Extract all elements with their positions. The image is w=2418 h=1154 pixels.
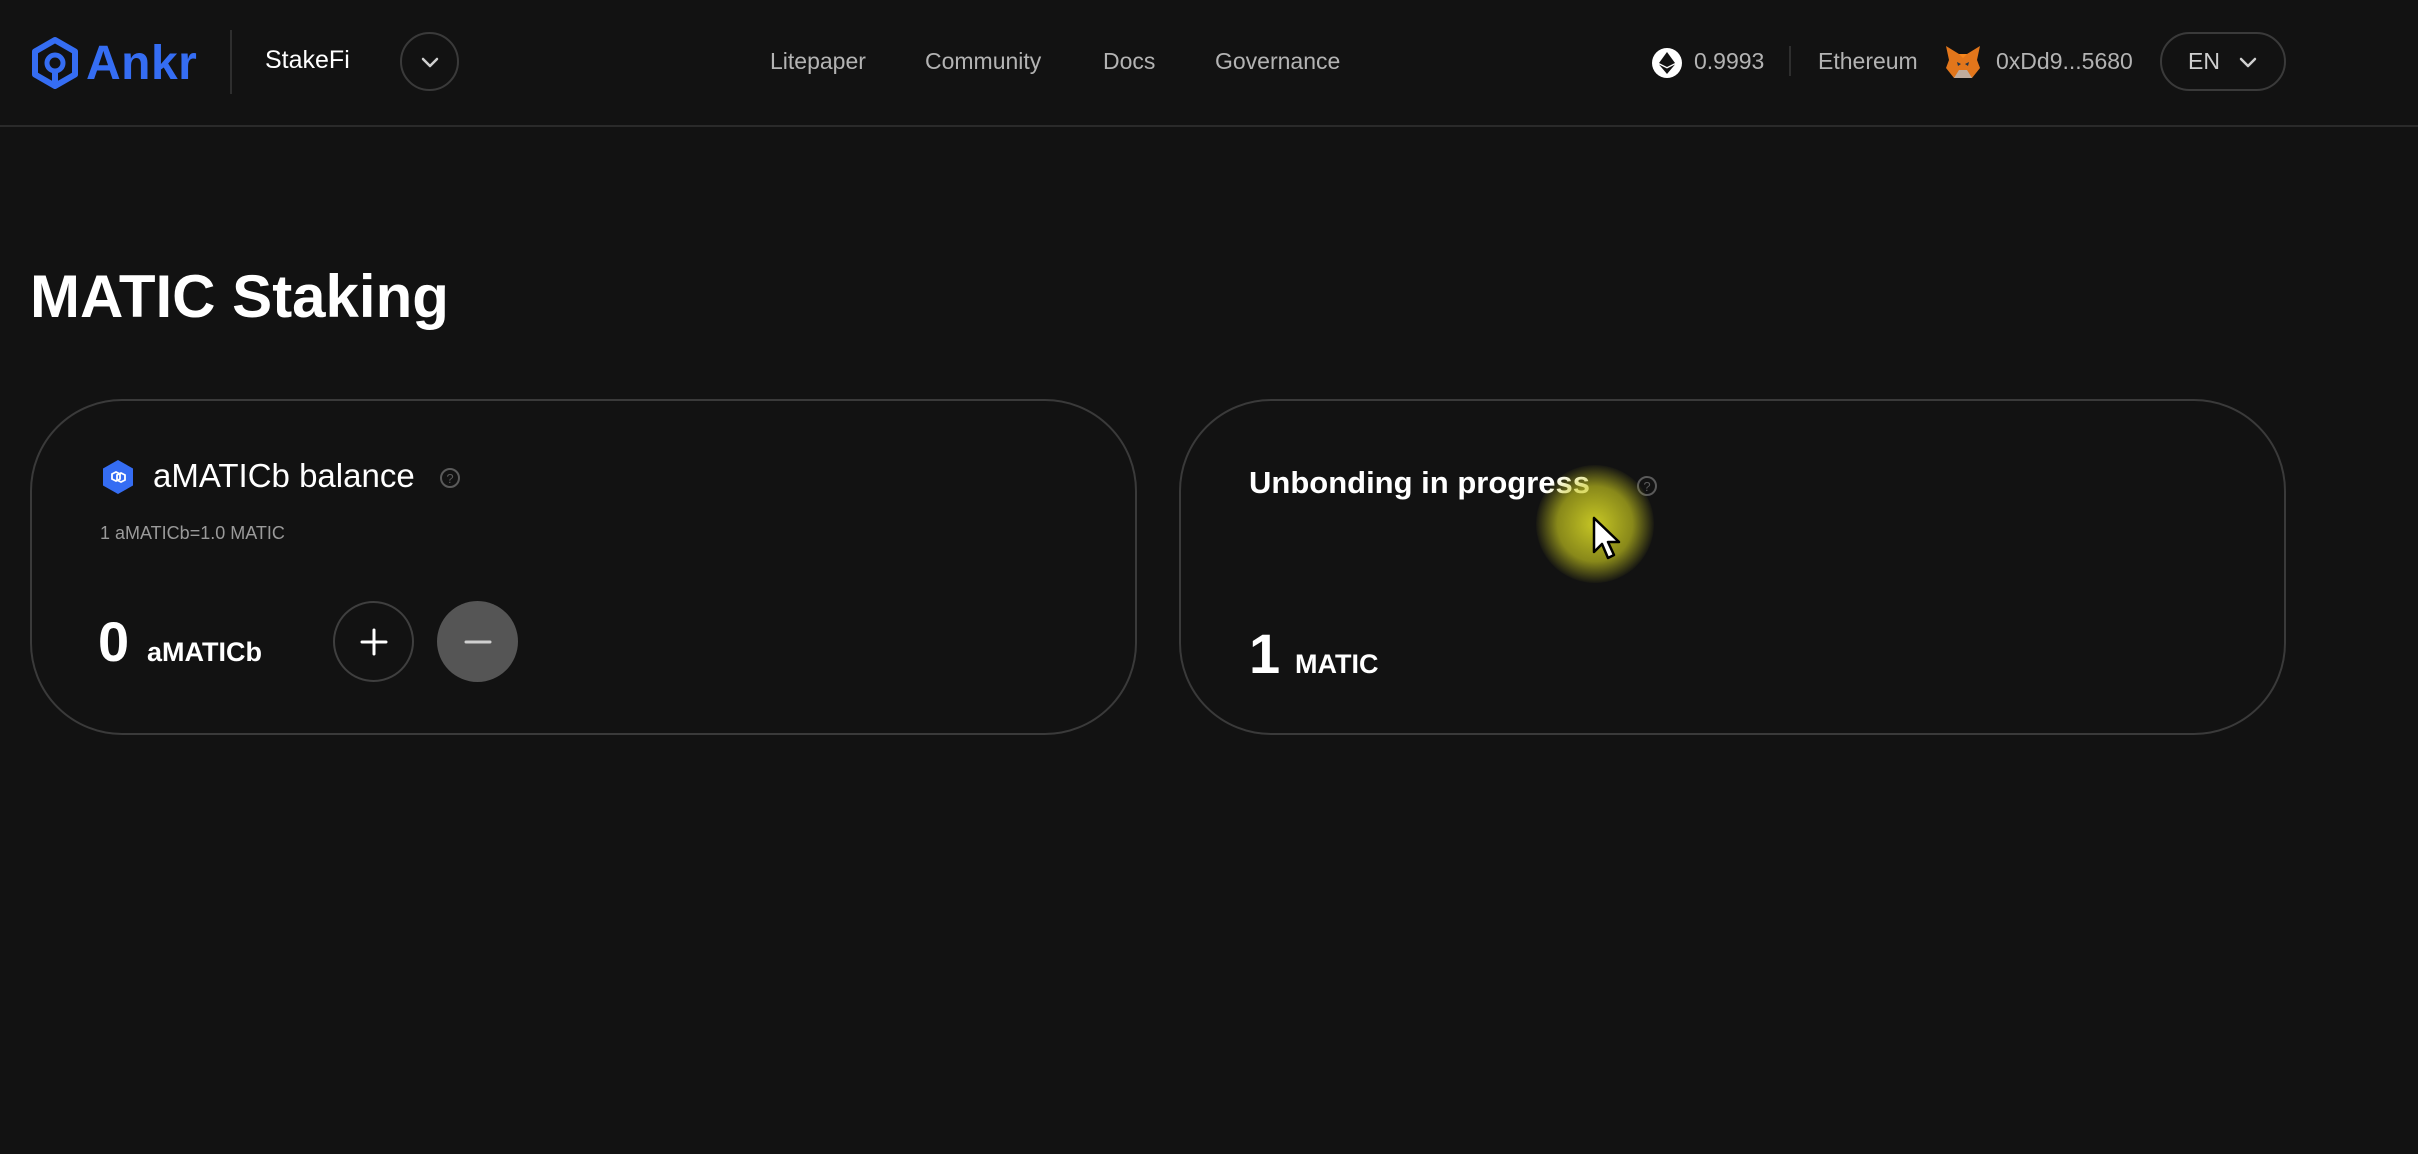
unbonding-card: Unbonding in progress ? 1 MATIC — [1179, 399, 2286, 735]
balance-amount: 0 — [98, 610, 130, 673]
header-divider — [230, 30, 232, 94]
ethereum-icon — [1652, 48, 1682, 78]
top-header: Ankr StakeFi Litepaper Community Docs Go… — [0, 0, 2418, 127]
chevron-down-icon — [2239, 57, 2257, 68]
minus-icon — [464, 640, 491, 643]
language-label: EN — [2188, 48, 2220, 74]
unstake-button[interactable] — [437, 601, 518, 682]
metamask-fox-icon — [1946, 46, 1980, 78]
header-divider — [1789, 46, 1791, 76]
nav-community-link[interactable]: Community — [925, 48, 1041, 75]
balance-card: aMATICb balance ? 1 aMATICb=1.0 MATIC 0 … — [30, 399, 1137, 735]
unbonding-amount: 1 — [1249, 622, 1281, 685]
balance-card-title: aMATICb balance — [153, 457, 415, 494]
chevron-down-icon — [421, 57, 438, 67]
matic-token-icon — [103, 460, 133, 494]
ankr-logo-icon — [32, 37, 78, 89]
unbonding-card-title: Unbonding in progress — [1249, 465, 1590, 500]
balance-unit: aMATICb — [147, 637, 262, 667]
plus-icon — [360, 628, 387, 655]
language-selector[interactable]: EN — [2160, 32, 2286, 91]
logo-text: Ankr — [86, 36, 198, 90]
stake-button[interactable] — [333, 601, 414, 682]
mouse-cursor-icon — [1592, 516, 1621, 560]
nav-governance-link[interactable]: Governance — [1215, 48, 1340, 75]
page-title: MATIC Staking — [30, 263, 449, 330]
network-selector[interactable]: Ethereum — [1818, 48, 1918, 75]
nav-docs-link[interactable]: Docs — [1103, 48, 1155, 75]
ankr-logo[interactable]: Ankr — [28, 34, 197, 92]
eth-balance: 0.9993 — [1694, 48, 1765, 74]
product-dropdown-button[interactable] — [400, 32, 459, 91]
help-icon[interactable]: ? — [440, 468, 460, 488]
unbonding-unit: MATIC — [1295, 649, 1379, 679]
wallet-address-button[interactable]: 0xDd9...5680 — [1996, 48, 2133, 75]
nav-litepaper-link[interactable]: Litepaper — [770, 48, 866, 75]
product-name: StakeFi — [265, 46, 350, 74]
exchange-rate: 1 aMATICb=1.0 MATIC — [100, 523, 285, 543]
